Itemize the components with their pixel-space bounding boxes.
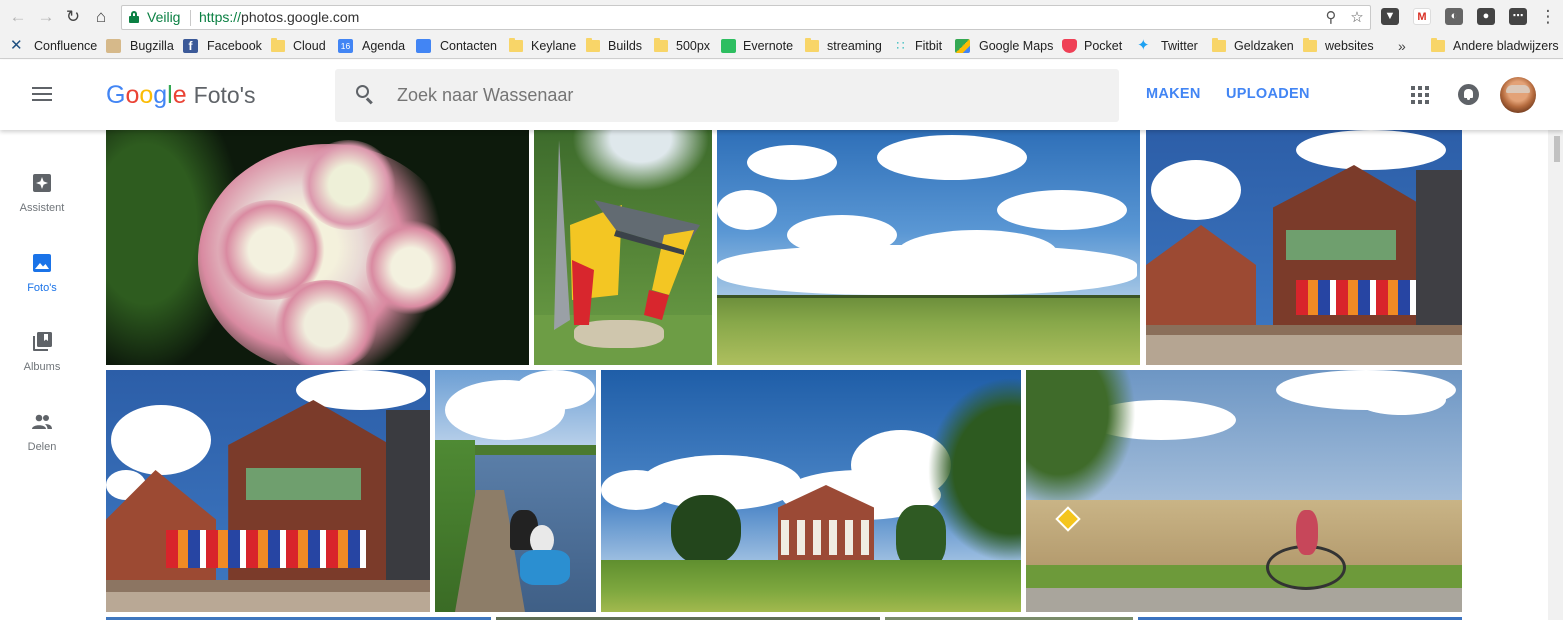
zoom-icon[interactable]: ⚲ — [1322, 9, 1340, 27]
maps-icon — [955, 39, 970, 53]
folder-icon — [805, 38, 819, 52]
browser-toolbar: ← → ↻ ⌂ Veilig https://photos.google.com… — [0, 0, 1563, 33]
address-divider — [190, 10, 191, 26]
bookmark-label: Geldzaken — [1234, 39, 1294, 53]
assistant-icon — [33, 174, 51, 192]
bugzilla-icon — [106, 39, 121, 53]
logo-letter: o — [125, 81, 140, 109]
bookmark-label: Confluence — [34, 39, 98, 53]
bookmark-label: Google Maps — [979, 39, 1054, 53]
photo-thumbnail[interactable] — [534, 130, 712, 365]
reload-icon[interactable]: ↻ — [62, 6, 84, 28]
albums-icon — [33, 332, 52, 351]
url-host: photos.google.com — [241, 9, 360, 25]
avatar[interactable] — [1500, 77, 1536, 113]
speedometer-extension-icon[interactable]: ◐ — [1445, 8, 1463, 25]
folder-icon — [1303, 38, 1317, 52]
photo-thumbnail[interactable] — [717, 130, 1140, 365]
back-icon[interactable]: ← — [7, 6, 29, 28]
nav-label: Assistent — [19, 202, 65, 214]
logo-letter: e — [172, 81, 187, 109]
folder-icon — [1431, 38, 1445, 52]
bus-shelter-shape — [554, 140, 700, 330]
nav-item-photos[interactable]: Foto's — [0, 252, 84, 322]
app-header: GoogleFoto's MAKEN UPLOADEN — [0, 60, 1563, 130]
security-label: Veilig — [147, 9, 181, 25]
nav-item-sharing[interactable]: Delen — [0, 411, 84, 481]
bookmark-label: Fitbit — [915, 39, 943, 53]
photo-thumbnail[interactable] — [106, 130, 529, 365]
confluence-icon: ✕ — [10, 37, 23, 54]
product-name: Foto's — [193, 82, 256, 108]
logo-letter: g — [153, 81, 168, 109]
folder-icon — [586, 38, 600, 52]
search-input[interactable] — [397, 69, 1097, 122]
bookmark-label: Twitter — [1161, 39, 1198, 53]
sharing-icon — [32, 414, 52, 429]
bookmark-label: Contacten — [440, 39, 497, 53]
chrome-menu-icon[interactable]: ⋮ — [1538, 6, 1558, 28]
logo-letter: o — [139, 81, 154, 109]
calendar-icon: 16 — [338, 39, 353, 53]
contacts-icon — [416, 39, 431, 53]
photo-thumbnail[interactable] — [106, 370, 430, 612]
logo-letter: G — [106, 81, 126, 109]
lightbulb-extension-icon[interactable]: ● — [1477, 8, 1495, 25]
left-navigation: Assistent Foto's Albums Delen — [0, 130, 84, 620]
bookmark-label: Builds — [608, 39, 643, 53]
notifications-icon[interactable] — [1458, 84, 1479, 105]
bookmark-label: Andere bladwijzers — [1453, 39, 1559, 53]
main-menu-icon[interactable] — [32, 87, 52, 103]
evernote-icon — [721, 39, 736, 53]
nav-label: Albums — [23, 361, 61, 373]
photo-thumbnail[interactable] — [1026, 370, 1462, 612]
bookmark-label: websites — [1325, 39, 1374, 53]
bookmark-label: Cloud — [293, 39, 326, 53]
forward-icon[interactable]: → — [35, 6, 57, 28]
page-scrollbar[interactable] — [1548, 130, 1563, 620]
address-bar[interactable]: Veilig https://photos.google.com ⚲ ☆ — [121, 5, 1371, 30]
bookmark-label: Keylane — [531, 39, 577, 53]
bookmark-label: 500px — [676, 39, 711, 53]
nav-item-albums[interactable]: Albums — [0, 331, 84, 401]
folder-icon — [1212, 38, 1226, 52]
search-box[interactable] — [335, 69, 1119, 122]
photos-icon — [33, 254, 51, 272]
upload-button[interactable]: UPLOADEN — [1226, 86, 1310, 102]
bookmark-label: Agenda — [362, 39, 406, 53]
photo-thumbnail[interactable] — [1146, 130, 1462, 365]
google-photos-logo[interactable]: Google Foto's — [106, 80, 256, 110]
folder-icon — [509, 38, 523, 52]
apps-grid-icon[interactable] — [1411, 86, 1429, 104]
twitter-icon: ✦ — [1137, 37, 1150, 54]
bookmark-label: Facebook — [207, 39, 262, 53]
home-icon[interactable]: ⌂ — [90, 6, 112, 28]
bookmark-label: Pocket — [1084, 39, 1123, 53]
pocket-extension-icon[interactable]: ▼ — [1381, 8, 1399, 25]
folder-icon — [271, 38, 285, 52]
nav-label: Foto's — [27, 282, 57, 294]
fitbit-icon: ∷ — [896, 38, 905, 53]
facebook-icon: f — [183, 39, 198, 53]
more-bookmarks-chevron-icon[interactable]: » — [1398, 37, 1406, 55]
scrollbar-thumb[interactable] — [1554, 136, 1560, 162]
lock-icon — [129, 11, 139, 23]
nav-item-assistant[interactable]: Assistent — [0, 172, 84, 242]
dots-extension-icon[interactable]: ⋯ — [1509, 8, 1527, 25]
nav-label: Delen — [27, 441, 57, 453]
photo-thumbnail[interactable] — [435, 370, 596, 612]
pocket-icon — [1062, 39, 1077, 53]
star-icon[interactable]: ☆ — [1348, 9, 1366, 27]
search-icon[interactable] — [356, 85, 374, 105]
bookmark-label: streaming — [827, 39, 882, 53]
create-button[interactable]: MAKEN — [1146, 86, 1201, 102]
folder-icon — [654, 38, 668, 52]
gmail-extension-icon[interactable]: M — [1413, 8, 1431, 25]
photo-thumbnail[interactable] — [601, 370, 1021, 612]
bookmarks-bar: ✕ Confluence Bugzilla f Facebook Cloud 1… — [0, 33, 1563, 59]
bookmark-label: Evernote — [743, 39, 794, 53]
bookmark-label: Bugzilla — [130, 39, 174, 53]
url-text[interactable]: https://photos.google.com — [199, 6, 359, 29]
url-scheme: https:// — [199, 9, 242, 25]
